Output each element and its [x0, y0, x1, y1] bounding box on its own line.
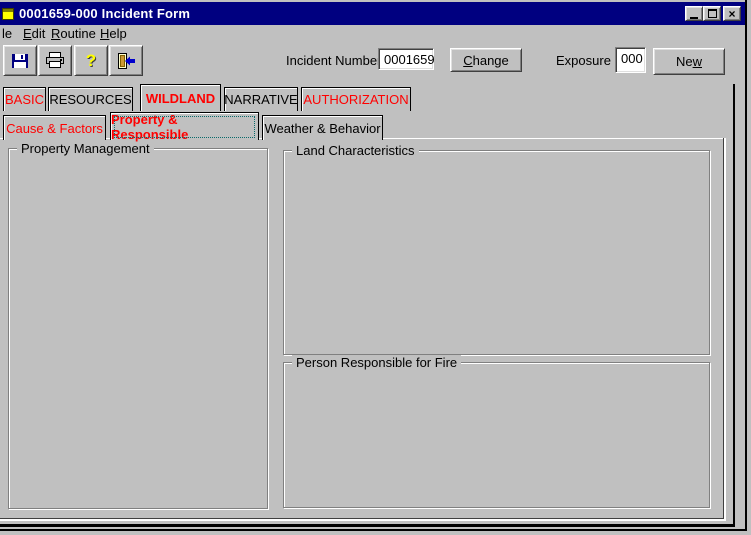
- land-characteristics-title: Land Characteristics: [292, 143, 419, 158]
- save-button[interactable]: [3, 45, 37, 76]
- close-button[interactable]: ×: [723, 6, 741, 21]
- menu-edit[interactable]: Edit: [23, 26, 45, 41]
- property-management-group: Property Management: [8, 148, 268, 509]
- tab-resources[interactable]: RESOURCES: [48, 87, 133, 111]
- tab-narrative[interactable]: NARRATIVE: [224, 87, 298, 111]
- menu-bar: le Edit Routine Help: [0, 26, 745, 42]
- person-responsible-group: Person Responsible for Fire: [283, 362, 710, 508]
- tab-cause-factors[interactable]: Cause & Factors: [3, 115, 106, 140]
- panel-edge-bottom-hl: [0, 519, 726, 521]
- menu-help[interactable]: Help: [100, 26, 127, 41]
- exposure-field[interactable]: 000: [615, 47, 646, 73]
- save-icon: [11, 53, 29, 69]
- incident-number-field[interactable]: 0001659: [378, 48, 434, 70]
- tab-weather-behavior[interactable]: Weather & Behavior: [262, 115, 383, 140]
- person-responsible-title: Person Responsible for Fire: [292, 355, 461, 370]
- tab-basic[interactable]: BASIC: [3, 87, 46, 111]
- new-button[interactable]: New: [653, 48, 725, 75]
- form-border-right: [733, 84, 735, 527]
- menu-file-partial[interactable]: le: [2, 26, 12, 41]
- print-icon: [45, 52, 65, 69]
- window-border-bottom: [0, 529, 747, 531]
- application-window: 0001659-000 Incident Form × le Edit Rout…: [0, 0, 751, 535]
- tab-authorization[interactable]: AUTHORIZATION: [301, 87, 411, 111]
- title-bar: 0001659-000 Incident Form ×: [0, 2, 745, 25]
- maximize-icon: [708, 9, 717, 18]
- print-button[interactable]: [38, 45, 72, 76]
- minimize-icon: [690, 17, 698, 19]
- property-management-title: Property Management: [17, 141, 154, 156]
- window-title: 0001659-000 Incident Form: [19, 6, 190, 21]
- tab-property-responsible[interactable]: Property & Responsible: [110, 112, 259, 140]
- panel-edge-right-hl: [724, 138, 726, 520]
- help-button[interactable]: ?: [74, 45, 108, 76]
- exposure-label: Exposure: [556, 53, 611, 68]
- exit-button[interactable]: [109, 45, 143, 76]
- window-border-right: [745, 0, 747, 531]
- help-icon: ?: [86, 51, 96, 71]
- exit-icon: [116, 53, 136, 69]
- land-characteristics-group: Land Characteristics: [283, 150, 710, 355]
- menu-routine[interactable]: Routine: [51, 26, 96, 41]
- incident-number-label: Incident Number: [286, 53, 381, 68]
- form-border-bottom: [0, 524, 735, 527]
- maximize-button[interactable]: [703, 6, 721, 21]
- app-icon: [2, 8, 14, 20]
- change-button[interactable]: Change: [450, 48, 522, 72]
- minimize-button[interactable]: [685, 6, 703, 21]
- tab-wildland[interactable]: WILDLAND: [140, 84, 221, 111]
